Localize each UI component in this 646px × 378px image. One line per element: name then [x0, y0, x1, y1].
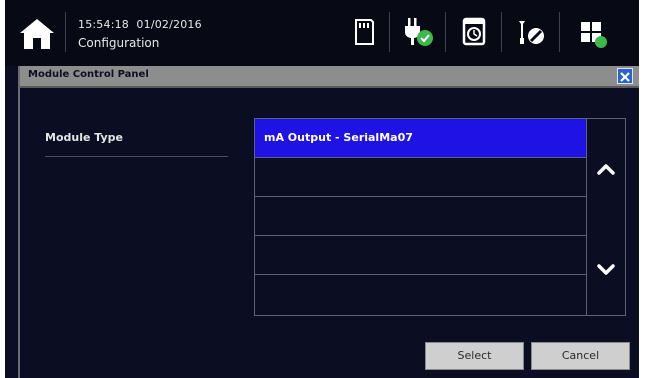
- alarm-clock-icon: [462, 17, 486, 46]
- screen-title: Configuration: [78, 36, 160, 50]
- list-item[interactable]: mA Output - SerialMa07: [255, 119, 586, 158]
- separator: [501, 12, 502, 52]
- chevron-up-icon: [597, 164, 615, 175]
- close-button[interactable]: [617, 68, 633, 84]
- list-item[interactable]: [255, 236, 586, 275]
- separator: [445, 12, 446, 52]
- list-item[interactable]: [255, 275, 586, 314]
- time-text: 15:54:18: [78, 18, 130, 31]
- date-text: 01/02/2016: [136, 18, 202, 31]
- list-item[interactable]: [255, 158, 586, 197]
- network-module-icon: [581, 22, 607, 48]
- power-plug-check-icon: [405, 18, 433, 46]
- separator: [559, 12, 560, 52]
- chevron-down-icon: [597, 264, 615, 275]
- dialog-title-bar: Module Control Panel: [20, 66, 639, 88]
- select-button[interactable]: Select: [425, 342, 524, 370]
- separator: [65, 12, 66, 52]
- home-button[interactable]: [17, 16, 57, 52]
- label-underline: [45, 156, 228, 157]
- network-button[interactable]: [573, 14, 611, 50]
- status-bar: 15:54:18 01/02/2016 Configuration: [5, 0, 639, 66]
- scroll-up-button[interactable]: [591, 154, 621, 184]
- tools-button[interactable]: [511, 14, 549, 50]
- module-type-label: Module Type: [45, 131, 123, 144]
- power-status-button[interactable]: [399, 14, 437, 50]
- list-scroll-controls: [587, 118, 626, 316]
- scroll-down-button[interactable]: [591, 255, 621, 285]
- close-icon: [620, 72, 630, 82]
- separator: [389, 12, 390, 52]
- list-item[interactable]: [255, 197, 586, 236]
- wrench-screwdriver-icon: [519, 21, 544, 44]
- sd-card-icon: [355, 19, 374, 45]
- sd-card-button[interactable]: [345, 14, 383, 50]
- device-screen: 15:54:18 01/02/2016 Configuration Module…: [5, 0, 639, 378]
- time-date: 15:54:18 01/02/2016: [78, 18, 202, 31]
- alarm-button[interactable]: [455, 14, 493, 50]
- cancel-button[interactable]: Cancel: [531, 342, 630, 370]
- dialog-title: Module Control Panel: [28, 69, 149, 80]
- module-type-list: mA Output - SerialMa07: [254, 118, 587, 316]
- home-icon: [20, 19, 54, 49]
- list-item-label: mA Output - SerialMa07: [264, 131, 413, 144]
